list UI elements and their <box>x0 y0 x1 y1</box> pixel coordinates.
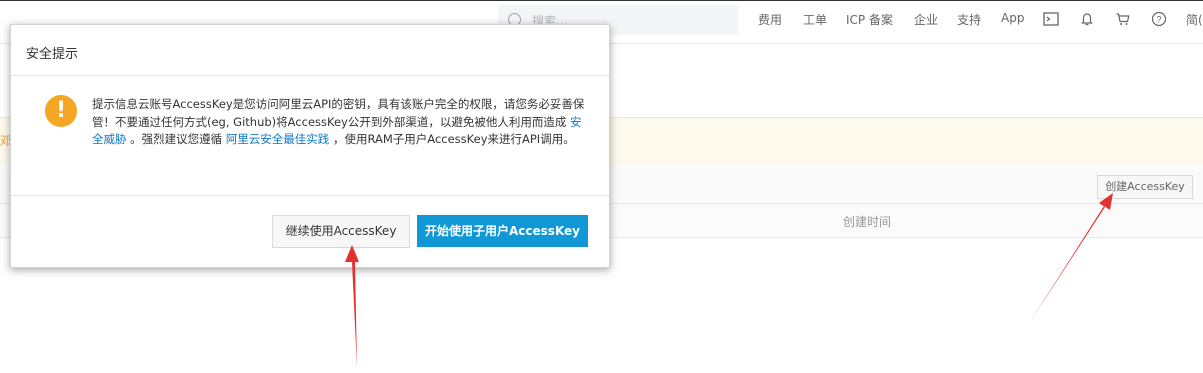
svg-text:?: ? <box>1156 15 1161 25</box>
dialog-title: 安全提示 <box>26 47 79 62</box>
message-text-1: 提示信息云账号AccessKey是您访问阿里云API的密钥，具有该账户完全的权限… <box>92 97 585 129</box>
message-text-2: 。强烈建议您遵循 <box>126 132 226 146</box>
message-text-3: ，使用RAM子用户AccessKey来进行API调用。 <box>329 132 575 146</box>
dialog-message: 提示信息云账号AccessKey是您访问阿里云API的密钥，具有该账户完全的权限… <box>92 96 592 149</box>
nav-item-enterprise[interactable]: 企业 <box>914 11 938 28</box>
nav-item-app[interactable]: App <box>1001 11 1024 25</box>
use-subuser-accesskey-button[interactable]: 开始使用子用户AccessKey <box>417 215 588 247</box>
nav-item-support[interactable]: 支持 <box>957 11 981 28</box>
dialog-divider-bottom <box>11 195 609 196</box>
bell-icon[interactable] <box>1079 11 1095 27</box>
help-icon[interactable]: ? <box>1151 11 1167 27</box>
nav-item-icp[interactable]: ICP 备案 <box>846 11 893 28</box>
nav-item-billing[interactable]: 费用 <box>758 11 782 28</box>
security-dialog: 安全提示 ! 提示信息云账号AccessKey是您访问阿里云API的密钥，具有该… <box>10 24 610 268</box>
warning-icon: ! <box>45 95 77 127</box>
dialog-divider-top <box>11 75 609 76</box>
nav-item-tickets[interactable]: 工单 <box>803 11 827 28</box>
column-header-created-time: 创建时间 <box>843 215 892 229</box>
create-accesskey-button[interactable]: 创建AccessKey <box>1097 175 1193 199</box>
nav-language-cut[interactable]: 简( <box>1186 11 1203 28</box>
best-practice-link[interactable]: 阿里云安全最佳实践 <box>226 132 330 146</box>
cart-icon[interactable] <box>1115 11 1131 27</box>
terminal-icon[interactable] <box>1043 11 1059 27</box>
continue-accesskey-button[interactable]: 继续使用AccessKey <box>272 215 410 248</box>
